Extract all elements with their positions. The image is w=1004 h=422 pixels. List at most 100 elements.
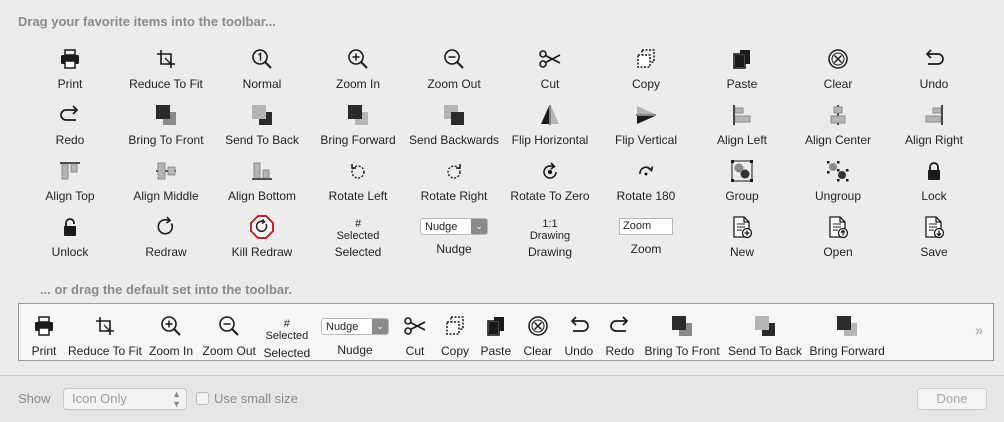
item-label: Redo <box>55 133 85 147</box>
item-preview-text: # Selected <box>265 312 308 342</box>
item-preview-line2: Selected <box>336 230 380 242</box>
toolbar-item-send-backwards[interactable]: Send Backwards <box>406 100 502 156</box>
toolbar-item-redraw[interactable]: Redraw <box>118 212 214 268</box>
zoom-out-icon <box>215 312 243 340</box>
toolbar-item-rotate-180[interactable]: Rotate 180 <box>598 156 694 212</box>
toolbar-item-send-to-back[interactable]: Send To Back <box>214 100 310 156</box>
default-toolbar-set[interactable]: » Print Reduce To Fit Zoom In Zoom Out # Sele… <box>18 303 994 361</box>
done-button[interactable]: Done <box>917 388 987 410</box>
toolbar-item-print[interactable]: Print <box>30 312 58 358</box>
item-label: Open <box>823 245 853 259</box>
toolbar-item-rotate-to-zero[interactable]: Rotate To Zero <box>502 156 598 212</box>
align-middle-icon <box>152 156 180 186</box>
toolbar-item-ungroup[interactable]: Ungroup <box>790 156 886 212</box>
toolbar-item-zoom-out[interactable]: Zoom Out <box>203 312 256 358</box>
toolbar-item-palette: Print Reduce To Fit Normal Zoom In Zoom Out C… <box>22 44 982 268</box>
toolbar-item-undo[interactable]: Undo <box>565 312 593 358</box>
toolbar-item-unlock[interactable]: Unlock <box>22 212 118 268</box>
overflow-chevron-icon[interactable]: » <box>975 322 983 338</box>
toolbar-item-drawing[interactable]: 1:1 Drawing Drawing <box>502 212 598 268</box>
item-label: Paste <box>480 344 512 358</box>
chevron-down-icon: ⌄ <box>471 219 487 234</box>
item-label: Align Right <box>904 133 964 147</box>
item-label: Send To Back <box>728 344 802 358</box>
toolbar-item-align-top[interactable]: Align Top <box>22 156 118 212</box>
item-label: Drawing <box>527 245 572 259</box>
toolbar-item-open[interactable]: Open <box>790 212 886 268</box>
toolbar-item-flip-vertical[interactable]: Flip Vertical <box>598 100 694 156</box>
toolbar-item-redo[interactable]: Redo <box>22 100 118 156</box>
item-label: Rotate Right <box>420 189 488 203</box>
toolbar-item-copy[interactable]: Copy <box>441 312 469 358</box>
clear-icon <box>524 312 552 340</box>
item-label: Send To Back <box>225 133 299 147</box>
zoom-out-icon <box>440 44 468 74</box>
toolbar-item-bring-forward[interactable]: Bring Forward <box>810 312 885 358</box>
toolbar-item-align-right[interactable]: Align Right <box>886 100 982 156</box>
item-label: Copy <box>441 344 470 358</box>
show-mode-select[interactable]: Icon Only ▲ ▼ <box>63 388 187 410</box>
redo-icon <box>56 100 84 130</box>
toolbar-item-group[interactable]: Group <box>694 156 790 212</box>
toolbar-item-reduce-to-fit[interactable]: Reduce To Fit <box>68 312 142 358</box>
toolbar-item-reduce-to-fit[interactable]: Reduce To Fit <box>118 44 214 100</box>
toolbar-item-align-left[interactable]: Align Left <box>694 100 790 156</box>
item-label: Print <box>57 77 83 91</box>
item-preview-line2: Selected <box>265 330 309 342</box>
toolbar-item-normal[interactable]: Normal <box>214 44 310 100</box>
toolbar-item-zoom-in[interactable]: Zoom In <box>149 312 193 358</box>
toolbar-item-bring-forward[interactable]: Bring Forward <box>310 100 406 156</box>
toolbar-item-zoom-out[interactable]: Zoom Out <box>406 44 502 100</box>
toolbar-item-flip-horizontal[interactable]: Flip Horizontal <box>502 100 598 156</box>
toolbar-item-undo[interactable]: Undo <box>886 44 982 100</box>
toolbar-item-selected[interactable]: # Selected Selected <box>264 312 311 360</box>
item-label: Zoom In <box>335 77 380 91</box>
paste-icon <box>482 312 510 340</box>
toolbar-item-align-bottom[interactable]: Align Bottom <box>214 156 310 212</box>
toolbar-item-save[interactable]: Save <box>886 212 982 268</box>
toolbar-item-nudge[interactable]: Nudge ⌄ Nudge <box>406 212 502 268</box>
rotate-left-icon <box>344 156 372 186</box>
item-label: Nudge <box>436 242 472 256</box>
item-label: Flip Vertical <box>614 133 678 147</box>
toolbar-item-zoom[interactable]: Zoom Zoom <box>598 212 694 268</box>
toolbar-item-align-center[interactable]: Align Center <box>790 100 886 156</box>
toolbar-item-selected[interactable]: # Selected Selected <box>310 212 406 268</box>
toolbar-item-rotate-left[interactable]: Rotate Left <box>310 156 406 212</box>
toolbar-item-rotate-right[interactable]: Rotate Right <box>406 156 502 212</box>
item-preview-line1: # <box>354 218 362 230</box>
clear-icon <box>824 44 852 74</box>
toolbar-item-paste[interactable]: Paste <box>480 312 512 358</box>
toolbar-item-send-to-back[interactable]: Send To Back <box>728 312 802 358</box>
toolbar-item-lock[interactable]: Lock <box>886 156 982 212</box>
toolbar-item-kill-redraw[interactable]: Kill Redraw <box>214 212 310 268</box>
toolbar-item-align-middle[interactable]: Align Middle <box>118 156 214 212</box>
toolbar-item-cut[interactable]: Cut <box>401 312 429 358</box>
toolbar-item-new[interactable]: New <box>694 212 790 268</box>
use-small-size-checkbox[interactable] <box>196 392 209 405</box>
nudge-popup[interactable]: Nudge ⌄ <box>321 318 389 335</box>
zoom-normal-icon <box>248 44 276 74</box>
zoom-field[interactable]: Zoom <box>619 218 673 235</box>
toolbar-item-copy[interactable]: Copy <box>598 44 694 100</box>
item-label: Align Top <box>45 189 95 203</box>
use-small-size-label[interactable]: Use small size <box>214 391 298 406</box>
toolbar-item-clear[interactable]: Clear <box>790 44 886 100</box>
toolbar-item-cut[interactable]: Cut <box>502 44 598 100</box>
item-label: Bring To Front <box>128 133 204 147</box>
item-preview-text: # Selected <box>337 212 380 242</box>
nudge-popup[interactable]: Nudge ⌄ <box>420 218 488 235</box>
toolbar-item-paste[interactable]: Paste <box>694 44 790 100</box>
toolbar-item-zoom-in[interactable]: Zoom In <box>310 44 406 100</box>
item-label: Redraw <box>145 245 187 259</box>
toolbar-item-clear[interactable]: Clear <box>524 312 552 358</box>
item-label: Align Left <box>716 133 768 147</box>
toolbar-item-nudge[interactable]: Nudge ⌄ Nudge <box>321 312 389 357</box>
toolbar-item-bring-to-front[interactable]: Bring To Front <box>118 100 214 156</box>
undo-icon <box>565 312 593 340</box>
toolbar-item-bring-to-front[interactable]: Bring To Front <box>645 312 720 358</box>
toolbar-item-redo[interactable]: Redo <box>606 312 634 358</box>
item-label: Group <box>725 189 759 203</box>
toolbar-item-print[interactable]: Print <box>22 44 118 100</box>
item-label: Cut <box>540 77 560 91</box>
